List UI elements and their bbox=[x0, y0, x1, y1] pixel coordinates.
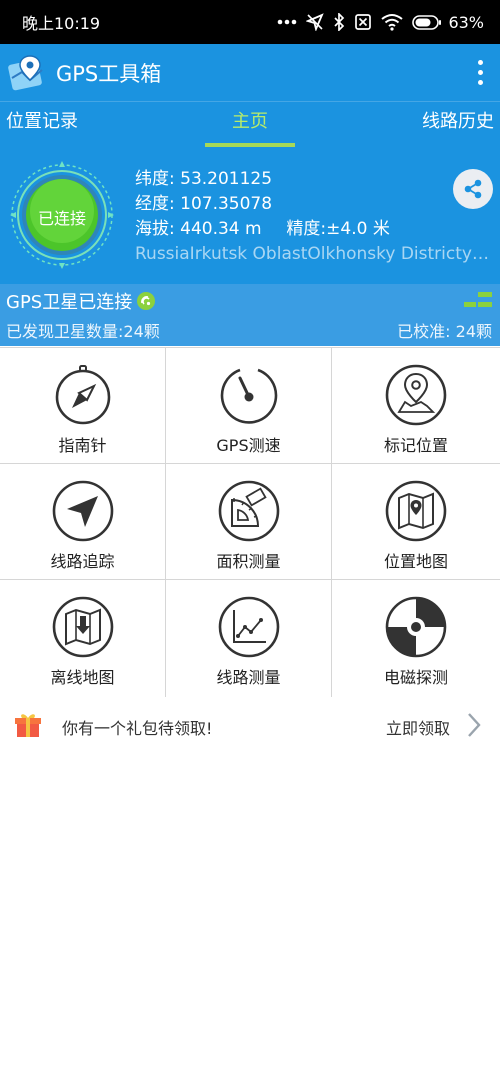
more-notifications-icon bbox=[277, 19, 297, 25]
connection-status: 已连接 bbox=[37, 209, 86, 228]
speedometer-icon bbox=[220, 368, 277, 424]
satellite-status-bar: GPS卫星已连接 已发现卫星数量:24颗 已校准: 24颗 bbox=[0, 284, 500, 346]
satellites-found: 已发现卫星数量:24颗 bbox=[6, 322, 160, 341]
tool-gps-speed[interactable]: GPS测速 bbox=[166, 348, 332, 464]
gps-readings: 纬度: 53.201125 经度: 107.35078 海拔: 440.34 m… bbox=[135, 167, 390, 242]
radiation-icon bbox=[385, 596, 447, 658]
altitude-accuracy-row: 海拔: 440.34 m 精度:±4.0 米 bbox=[135, 217, 390, 242]
claim-now-link[interactable]: 立即领取 bbox=[386, 715, 450, 739]
satellites-calibrated: 已校准: 24颗 bbox=[397, 322, 492, 341]
accuracy-value: 精度:±4.0 米 bbox=[286, 219, 390, 239]
tool-label: 位置地图 bbox=[383, 552, 448, 571]
navigation-arrow-icon bbox=[52, 480, 113, 542]
app-bar: GPS工具箱 bbox=[0, 44, 500, 101]
sim-off-icon bbox=[354, 13, 372, 31]
share-icon bbox=[464, 179, 482, 199]
offline-map-icon bbox=[52, 596, 113, 658]
tool-label: 线路追踪 bbox=[50, 552, 115, 571]
share-button[interactable] bbox=[453, 169, 493, 209]
line-chart-icon bbox=[218, 596, 279, 658]
wifi-icon bbox=[381, 13, 404, 31]
tool-em-detector[interactable]: 电磁探测 bbox=[332, 580, 500, 698]
location-map-icon bbox=[385, 480, 447, 542]
tool-label: 线路测量 bbox=[216, 668, 281, 687]
tab-home[interactable]: 主页 bbox=[232, 102, 268, 148]
tool-label: 指南针 bbox=[58, 436, 107, 455]
location-off-icon bbox=[306, 13, 325, 31]
more-menu-icon[interactable] bbox=[460, 44, 500, 101]
tool-compass[interactable]: 指南针 bbox=[0, 348, 166, 464]
latitude-value: 纬度: 53.201125 bbox=[135, 169, 273, 189]
bluetooth-icon bbox=[333, 13, 345, 31]
compass-icon bbox=[55, 365, 110, 425]
tool-mark-location[interactable]: 标记位置 bbox=[332, 348, 500, 464]
tool-area-measure[interactable]: 面积测量 bbox=[166, 464, 332, 580]
status-icons: 63% bbox=[277, 13, 484, 32]
tool-route-tracking[interactable]: 线路追踪 bbox=[0, 464, 166, 580]
longitude-value: 经度: 107.35078 bbox=[135, 194, 273, 214]
protractor-icon bbox=[218, 480, 279, 542]
tool-label: GPS测速 bbox=[216, 436, 281, 455]
app-logo-icon bbox=[8, 54, 46, 92]
status-bar: 晚上10:19 63% bbox=[0, 0, 500, 44]
gps-info-panel: 已连接 纬度: 53.201125 经度: 107.35078 海拔: 440.… bbox=[0, 147, 500, 284]
signal-strength-icon bbox=[464, 292, 492, 307]
tab-location-records[interactable]: 位置记录 bbox=[6, 102, 78, 148]
address-text: RussiaIrkutsk OblastOlkhonsky Districtул… bbox=[135, 244, 493, 264]
gift-icon bbox=[15, 714, 41, 737]
tab-bar: 位置记录 主页 线路历史 bbox=[0, 101, 500, 147]
battery-indicator: 63% bbox=[412, 13, 484, 32]
tool-grid: 指南针 GPS测速 标记位置 线路追踪 面积测量 位置地图 离线地图 线路测量 … bbox=[0, 347, 500, 698]
gift-text: 你有一个礼包待领取! bbox=[62, 719, 213, 738]
tab-route-history[interactable]: 线路历史 bbox=[422, 102, 494, 148]
status-time: 晚上10:19 bbox=[22, 14, 101, 33]
altitude-value: 海拔: 440.34 m bbox=[135, 219, 262, 239]
tool-location-map[interactable]: 位置地图 bbox=[332, 464, 500, 580]
battery-percent: 63% bbox=[448, 12, 484, 32]
satellite-connected-title: GPS卫星已连接 bbox=[6, 292, 133, 313]
tool-label: 电磁探测 bbox=[383, 668, 448, 687]
satellite-signal-icon bbox=[137, 292, 156, 310]
battery-icon bbox=[412, 14, 442, 30]
tool-label: 面积测量 bbox=[216, 552, 281, 571]
tool-route-measure[interactable]: 线路测量 bbox=[166, 580, 332, 698]
tool-label: 离线地图 bbox=[50, 668, 115, 687]
app-title: GPS工具箱 bbox=[56, 61, 162, 86]
tool-label: 标记位置 bbox=[383, 436, 448, 455]
gift-banner[interactable]: 你有一个礼包待领取! 立即领取 bbox=[0, 697, 500, 755]
chevron-right-icon bbox=[468, 713, 481, 737]
satellite-title-row: GPS卫星已连接 bbox=[6, 288, 156, 314]
tool-offline-map[interactable]: 离线地图 bbox=[0, 580, 166, 698]
map-pin-icon bbox=[385, 364, 447, 426]
